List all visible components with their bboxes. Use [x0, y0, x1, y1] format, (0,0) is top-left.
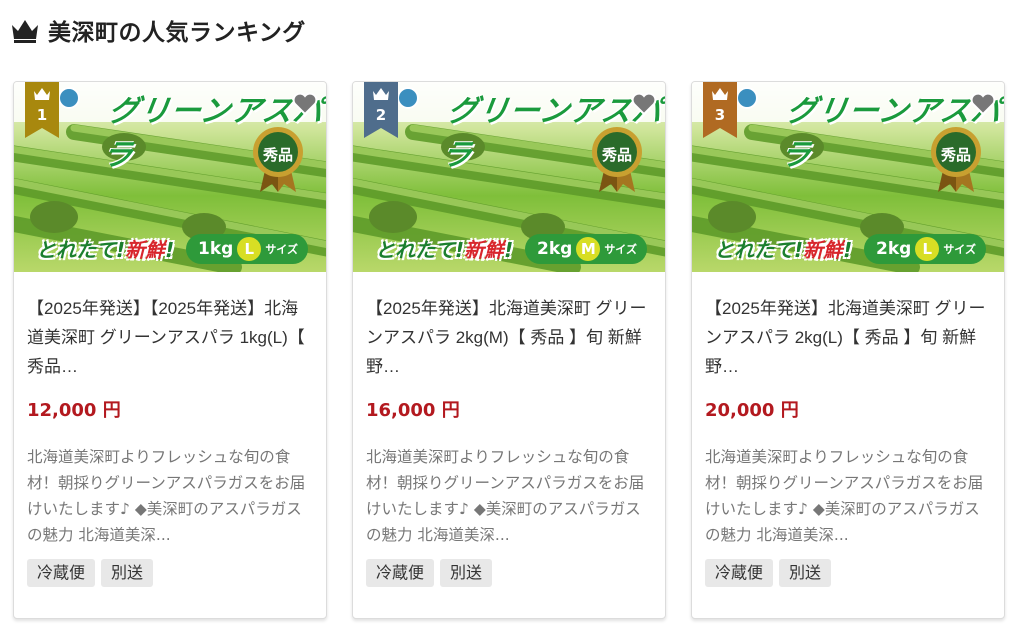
size-pill: 1kg L サイズ: [186, 234, 308, 264]
ranking-header: 美深町の人気ランキング: [10, 12, 306, 48]
section-title: 美深町の人気ランキング: [48, 20, 306, 46]
product-image[interactable]: グリーンアスパラ 秀品 とれたて!新鮮! 2kg M サイズ 2: [353, 82, 665, 272]
tag-separate-shipping: 別送: [779, 559, 832, 587]
tag-list: 冷蔵便 別送: [27, 559, 154, 587]
favorite-heart-icon[interactable]: [631, 92, 657, 116]
product-card[interactable]: グリーンアスパラ 秀品 とれたて!新鮮! 2kg M サイズ 2 【2025年発…: [352, 81, 666, 619]
fresh-banner: とれたて!新鮮!: [36, 238, 175, 262]
product-description: 北海道美深町よりフレッシュな旬の食材！朝採りグリーンアスパラガスをお届けいたしま…: [366, 448, 645, 544]
rank-badge: 2: [364, 82, 398, 138]
product-name[interactable]: 【2025年発送】北海道美深町 グリーンアスパラ 2kg(L)【 秀品 】旬 新…: [705, 294, 993, 381]
rank-badge: 3: [703, 82, 737, 138]
quality-seal: 秀品: [591, 126, 643, 194]
rank-badge: 1: [25, 82, 59, 138]
crown-icon: [12, 20, 38, 43]
tag-list: 冷蔵便 別送: [705, 559, 832, 587]
town-logo-icon: [736, 87, 758, 109]
quality-seal: 秀品: [930, 126, 982, 194]
product-price: 20,000 円: [705, 400, 799, 421]
fresh-banner: とれたて!新鮮!: [375, 238, 514, 262]
town-logo-icon: [58, 87, 80, 109]
favorite-heart-icon[interactable]: [292, 92, 318, 116]
favorite-heart-icon[interactable]: [970, 92, 996, 116]
tag-list: 冷蔵便 別送: [366, 559, 493, 587]
rank-number: 3: [714, 106, 726, 124]
rank-number: 1: [36, 106, 48, 124]
product-name[interactable]: 【2025年発送】北海道美深町 グリーンアスパラ 2kg(M)【 秀品 】旬 新…: [366, 294, 654, 381]
tag-refrigerated: 冷蔵便: [27, 559, 96, 587]
product-name[interactable]: 【2025年発送】【2025年発送】北海道美深町 グリーンアスパラ 1kg(L)…: [27, 294, 315, 381]
size-pill: 2kg L サイズ: [864, 234, 986, 264]
fresh-banner: とれたて!新鮮!: [714, 238, 853, 262]
town-logo-icon: [397, 87, 419, 109]
tag-separate-shipping: 別送: [101, 559, 154, 587]
product-image[interactable]: グリーンアスパラ 秀品 とれたて!新鮮! 2kg L サイズ 3: [692, 82, 1004, 272]
product-price: 12,000 円: [27, 400, 121, 421]
product-price: 16,000 円: [366, 400, 460, 421]
tag-refrigerated: 冷蔵便: [366, 559, 435, 587]
product-card[interactable]: グリーンアスパラ 秀品 とれたて!新鮮! 2kg L サイズ 3 【2025年発…: [691, 81, 1005, 619]
tag-separate-shipping: 別送: [440, 559, 493, 587]
product-description: 北海道美深町よりフレッシュな旬の食材！朝採りグリーンアスパラガスをお届けいたしま…: [27, 448, 306, 544]
product-image[interactable]: グリーンアスパラ 秀品 とれたて!新鮮! 1kg L サイズ 1: [14, 82, 326, 272]
product-card[interactable]: グリーンアスパラ 秀品 とれたて!新鮮! 1kg L サイズ 1 【2025年発…: [13, 81, 327, 619]
product-description: 北海道美深町よりフレッシュな旬の食材！朝採りグリーンアスパラガスをお届けいたしま…: [705, 448, 984, 544]
size-pill: 2kg M サイズ: [525, 234, 647, 264]
quality-seal: 秀品: [252, 126, 304, 194]
rank-number: 2: [375, 106, 387, 124]
tag-refrigerated: 冷蔵便: [705, 559, 774, 587]
